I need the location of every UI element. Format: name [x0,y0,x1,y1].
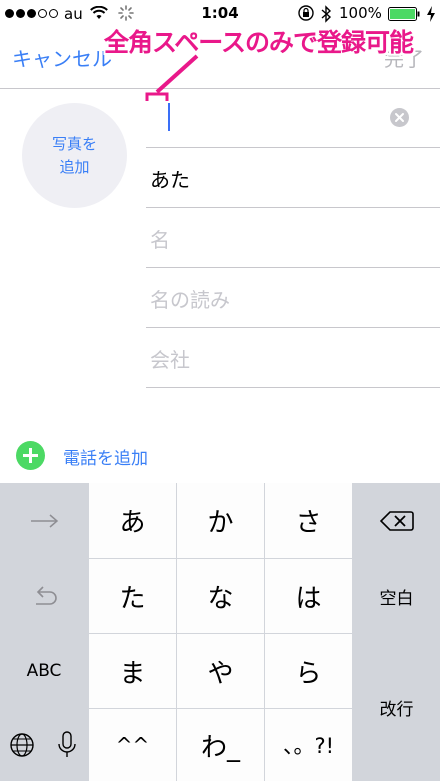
key-abc[interactable]: ABC [0,634,88,708]
key-cursor-right[interactable] [0,483,88,558]
key-backspace[interactable] [353,483,440,558]
key-ha[interactable]: は [265,559,352,633]
first-name-reading-field[interactable]: 名の読み [146,268,440,328]
japanese-kana-keyboard: あ か さ た な は 空白 ABC ま や ら 改行 ^^ わ_ 、。?! [0,483,440,781]
last-name-reading-value: あた [150,168,190,192]
undo-icon [36,586,57,605]
key-globe[interactable] [0,709,44,781]
last-name-reading-field[interactable]: あた [146,148,440,208]
last-name-field[interactable] [146,88,440,148]
company-placeholder: 会社 [150,348,190,372]
key-ra[interactable]: ら [265,634,352,708]
microphone-icon [57,731,76,757]
battery-percent: 100% [339,4,382,22]
company-field[interactable]: 会社 [146,328,440,388]
key-ka[interactable]: か [177,483,264,558]
first-name-field[interactable]: 名 [146,208,440,268]
cancel-button[interactable]: キャンセル [12,43,112,72]
annotation-callout: 全角スペースのみで登録可能 [104,28,414,57]
add-phone-plus-icon[interactable] [16,441,45,470]
bluetooth-icon [321,5,332,23]
key-return[interactable]: 改行 [353,634,440,781]
key-ta[interactable]: た [89,559,176,633]
key-emoticon[interactable]: ^^ [89,709,176,781]
add-photo-label: 写真を 追加 [51,134,97,176]
add-phone-button[interactable]: 電話を追加 [63,444,148,469]
first-name-placeholder: 名 [150,228,170,252]
clear-field-icon[interactable] [390,108,409,127]
arrow-right-icon [31,513,59,528]
charging-bolt-icon [427,6,435,22]
key-ma[interactable]: ま [89,634,176,708]
key-sa[interactable]: さ [265,483,352,558]
add-photo-button[interactable]: 写真を 追加 [22,103,127,208]
key-ya[interactable]: や [177,634,264,708]
key-a[interactable]: あ [89,483,176,558]
orientation-lock-icon [298,5,314,21]
globe-icon [10,733,34,757]
text-caret [168,103,170,131]
first-name-reading-placeholder: 名の読み [150,288,230,312]
key-microphone[interactable] [45,709,88,781]
key-space[interactable]: 空白 [353,559,440,633]
key-undo[interactable] [0,559,88,633]
key-wa[interactable]: わ_ [177,709,264,781]
battery-icon [388,7,420,21]
backspace-icon [379,510,414,531]
key-na[interactable]: な [177,559,264,633]
key-punctuation[interactable]: 、。?! [265,709,352,781]
